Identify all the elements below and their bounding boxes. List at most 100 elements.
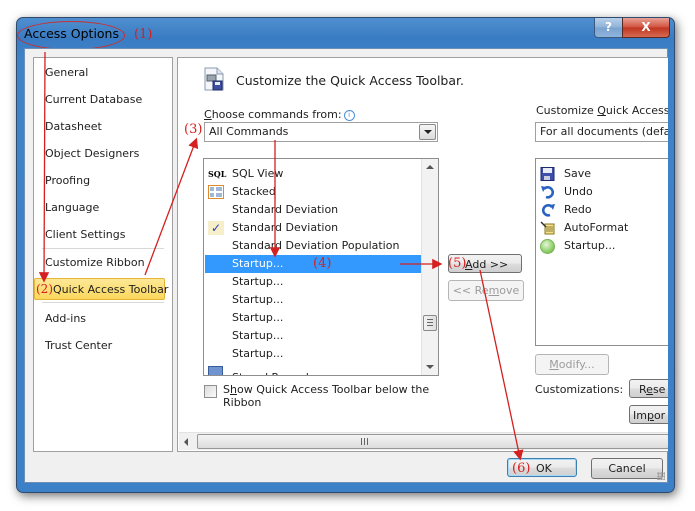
access-key: h	[229, 383, 237, 396]
list-item-label: Stored Procedure	[232, 369, 327, 375]
access-options-dialog: Access Options (1) ? X General Current D…	[16, 17, 675, 493]
button-label: dd >>	[472, 258, 509, 271]
list-item[interactable]: Standard Deviation Population	[205, 237, 421, 255]
list-item[interactable]: Startup...	[205, 327, 421, 345]
undo-icon	[541, 186, 555, 199]
access-key: C	[204, 108, 212, 121]
annotation-step-1: (1)	[134, 27, 153, 42]
startup-icon	[540, 239, 555, 254]
toolbar-items-listbox[interactable]: Save Undo Redo AutoFormat Startup...	[535, 158, 668, 346]
modify-button[interactable]: Modify...	[535, 354, 609, 375]
label-text: Customize	[536, 104, 598, 117]
title-bar[interactable]: Access Options (1) ? X	[17, 18, 674, 52]
scroll-thumb[interactable]	[423, 315, 437, 331]
remove-button[interactable]: << Remove	[448, 280, 524, 301]
panel-horizontal-scrollbar[interactable]	[179, 432, 668, 450]
sidebar-item-add-ins[interactable]: Add-ins	[45, 309, 86, 329]
redo-icon	[541, 204, 555, 217]
list-item-label: Redo	[564, 203, 592, 216]
annotation-step-5: (5)	[448, 256, 467, 271]
choose-commands-label: Choose commands from: i	[204, 108, 355, 121]
quick-access-toolbar-panel: Customize the Quick Access Toolbar. Choo…	[177, 57, 668, 452]
scroll-down-icon[interactable]	[426, 365, 434, 369]
sidebar-item-quick-access-toolbar[interactable]: (2)Quick Access Toolbar	[34, 278, 169, 300]
sidebar-item-proofing[interactable]: Proofing	[45, 171, 90, 191]
resize-grip-icon[interactable]	[657, 472, 665, 480]
list-item-label: Startup...	[232, 329, 284, 342]
list-item-label: Startup...	[232, 311, 284, 324]
list-item-label: Undo	[564, 185, 593, 198]
sidebar-item-current-database[interactable]: Current Database	[45, 90, 142, 110]
list-item-label: Standard Deviation Population	[232, 239, 400, 252]
chevron-down-icon[interactable]	[419, 124, 436, 140]
list-item-label: Standard Deviation	[232, 221, 339, 234]
access-key: M	[549, 358, 559, 371]
cancel-button[interactable]: Cancel	[591, 458, 663, 479]
list-item[interactable]: Stacked	[205, 183, 421, 201]
list-item[interactable]: AutoFormat	[537, 219, 668, 237]
annotation-step-3: (3)	[184, 122, 203, 137]
list-item[interactable]: Startup...	[205, 345, 421, 363]
show-below-ribbon-checkbox[interactable]	[204, 385, 217, 398]
list-item-label: Startup...	[232, 275, 284, 288]
panel-heading: Customize the Quick Access Toolbar.	[236, 73, 464, 88]
list-item[interactable]: SQL SQL View	[205, 165, 421, 183]
sidebar-divider	[42, 248, 164, 249]
annotation-step-6: (6)	[512, 461, 531, 476]
customizations-label: Customizations:	[535, 383, 624, 396]
choose-commands-dropdown[interactable]: All Commands	[204, 122, 438, 142]
sidebar-item-label: Quick Access Toolbar	[53, 283, 169, 296]
sidebar-item-object-designers[interactable]: Object Designers	[45, 144, 139, 164]
dropdown-value: For all documents (defau	[540, 125, 668, 138]
list-item[interactable]: Redo	[537, 201, 668, 219]
sidebar-item-customize-ribbon[interactable]: Customize Ribbon	[45, 253, 145, 273]
access-key: Q	[597, 104, 606, 117]
list-item-label: Standard Deviation	[232, 203, 339, 216]
list-item-label: AutoFormat	[564, 221, 629, 234]
import-export-button[interactable]: Impor	[629, 405, 668, 424]
sidebar-item-client-settings[interactable]: Client Settings	[45, 225, 125, 245]
reset-button[interactable]: Rese	[629, 379, 668, 398]
list-item[interactable]: Startup...	[205, 309, 421, 327]
show-below-ribbon-label[interactable]: Show Quick Access Toolbar below the Ribb…	[223, 383, 429, 409]
sidebar-item-datasheet[interactable]: Datasheet	[45, 117, 102, 137]
close-button[interactable]: X	[622, 18, 670, 38]
annotation-step-4: (4)	[313, 256, 332, 271]
commands-listbox[interactable]: SQL SQL View Stacked Standard Deviation …	[203, 158, 439, 376]
access-key: p	[646, 409, 654, 422]
sidebar-item-trust-center[interactable]: Trust Center	[45, 336, 112, 356]
annotation-step-2: (2)	[36, 282, 53, 296]
scroll-up-icon[interactable]	[426, 165, 434, 169]
label-text: Ribbon	[223, 396, 262, 409]
customize-for-dropdown[interactable]: For all documents (defau	[535, 122, 668, 142]
access-key: e	[646, 383, 653, 396]
label-text: hoose commands from:	[211, 108, 342, 121]
save-icon	[540, 167, 555, 181]
list-item-label: Startup...	[232, 293, 284, 306]
scroll-thumb[interactable]	[197, 434, 668, 449]
help-button[interactable]: ?	[594, 18, 623, 38]
list-item[interactable]: Startup...	[205, 273, 421, 291]
button-label: se	[652, 383, 666, 396]
label-text: S	[223, 383, 230, 396]
button-label: or	[653, 409, 666, 422]
sidebar-item-language[interactable]: Language	[45, 198, 99, 218]
list-item[interactable]: Startup...	[537, 237, 668, 255]
commands-scrollbar[interactable]	[421, 159, 438, 375]
list-item-selected[interactable]: Startup... (4)	[205, 255, 421, 273]
list-item-label: Startup...	[232, 257, 284, 270]
list-item[interactable]: Save	[537, 165, 668, 183]
sidebar-item-general[interactable]: General	[45, 63, 88, 83]
list-item[interactable]: ✓ Standard Deviation	[205, 219, 421, 237]
list-item[interactable]: Standard Deviation	[205, 201, 421, 219]
info-icon[interactable]: i	[343, 110, 355, 121]
list-item[interactable]: Undo	[537, 183, 668, 201]
list-item-label: Startup...	[232, 347, 284, 360]
stored-procedure-icon	[208, 366, 223, 375]
scroll-left-icon[interactable]	[184, 438, 188, 446]
list-item-partial[interactable]: Stored Procedure	[205, 363, 421, 375]
checkmark-icon: ✓	[208, 221, 224, 235]
autoformat-icon	[540, 221, 555, 235]
options-sidebar: General Current Database Datasheet Objec…	[33, 57, 173, 452]
list-item[interactable]: Startup...	[205, 291, 421, 309]
